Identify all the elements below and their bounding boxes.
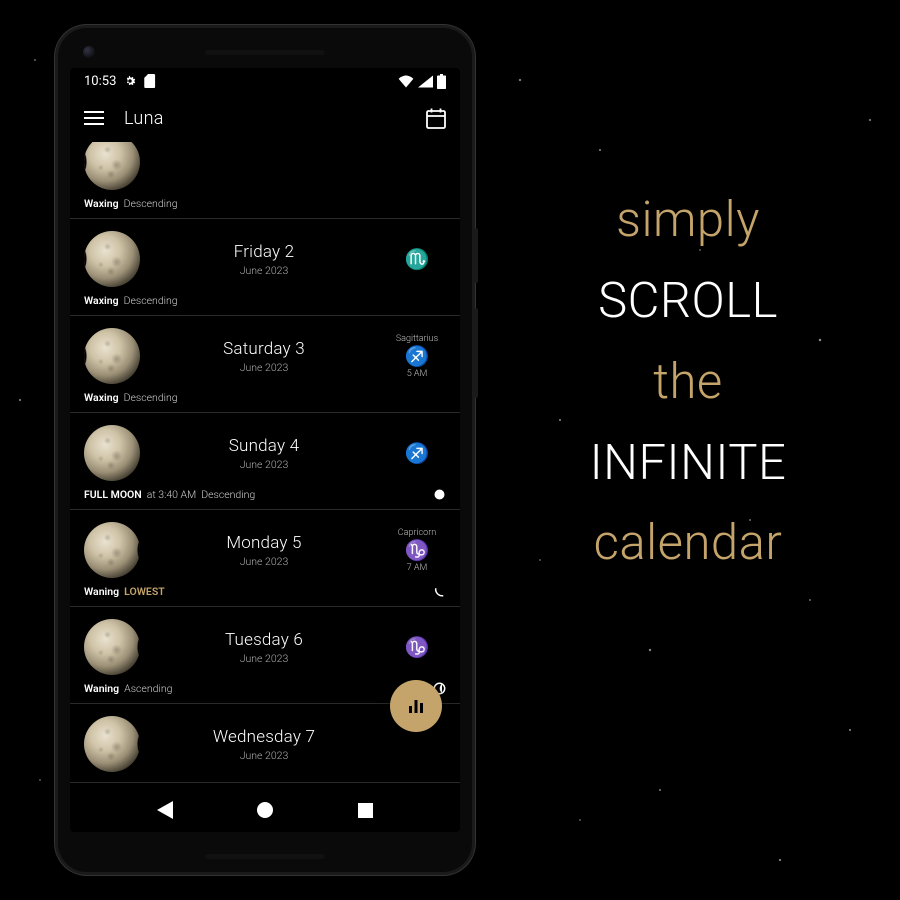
zodiac-glyph-icon: ♏ xyxy=(388,248,446,270)
moon-phase-icon xyxy=(84,142,140,190)
tagline-word: SCROLL xyxy=(508,261,868,342)
tagline-word: simply xyxy=(508,180,868,261)
phase-label: Waning xyxy=(84,585,119,598)
date-month: June 2023 xyxy=(154,749,374,762)
hamburger-icon[interactable] xyxy=(84,111,104,125)
phone-camera xyxy=(83,46,95,58)
zodiac-cell: Capricorn♑ 7 AM xyxy=(388,528,446,573)
recent-icon[interactable] xyxy=(358,803,373,818)
phone-frame: 10:53 Luna Waxing Descending Friday 2 June … xyxy=(55,25,475,875)
date-cell: Monday 5 June 2023 xyxy=(154,533,374,568)
zodiac-cell: Sagittarius♐ 5 AM xyxy=(388,334,446,379)
list-item[interactable]: Monday 5 June 2023 Capricorn♑ 7 AM Waning LOW… xyxy=(70,510,460,607)
list-item[interactable]: Friday 2 June 2023 ♏ Waxing Descending xyxy=(70,219,460,316)
list-item[interactable]: Saturday 3 June 2023 Sagittarius♐ 5 AM Waxin… xyxy=(70,316,460,413)
phase-label: Waxing xyxy=(84,197,119,210)
wifi-icon xyxy=(398,75,414,88)
phase-label: Waning xyxy=(84,682,119,695)
moon-phase-icon xyxy=(84,425,140,481)
phase-extreme: LOWEST xyxy=(124,585,165,598)
tagline-word: the xyxy=(508,342,868,423)
row-footer: Waxing Descending xyxy=(84,197,446,210)
date-main: Sunday 4 xyxy=(154,436,374,456)
moon-phase-icon xyxy=(84,231,140,287)
zodiac-cell: ♑ xyxy=(388,636,446,658)
zodiac-name: Sagittarius xyxy=(388,334,446,344)
date-main: Friday 2 xyxy=(154,242,374,262)
app-bar: Luna xyxy=(70,94,460,142)
row-footer: Waxing Descending xyxy=(84,294,446,307)
status-left: 10:53 xyxy=(84,74,156,89)
zodiac-cell: ♏ xyxy=(388,248,446,270)
status-right xyxy=(398,74,446,89)
date-main: Wednesday 7 xyxy=(154,727,374,747)
row-footer: Waning Ascending xyxy=(84,682,446,695)
phone-side-button xyxy=(474,228,478,283)
sd-card-icon xyxy=(144,74,156,88)
list-item[interactable]: Waxing Descending xyxy=(70,142,460,219)
signal-icon xyxy=(418,75,433,88)
fab-stats-button[interactable] xyxy=(390,680,442,732)
phone-speaker-bottom xyxy=(205,854,325,859)
phase-direction: Descending xyxy=(124,197,178,210)
app-title: Luna xyxy=(124,108,406,129)
battery-icon xyxy=(437,74,446,89)
zodiac-time: 7 AM xyxy=(388,563,446,573)
zodiac-glyph-icon: ♑ xyxy=(388,539,446,561)
date-month: June 2023 xyxy=(154,361,374,374)
tagline-word: calendar xyxy=(508,503,868,584)
date-month: June 2023 xyxy=(154,264,374,277)
zodiac-name: Capricorn xyxy=(388,528,446,538)
zodiac-glyph-icon: ♐ xyxy=(388,442,446,464)
zodiac-cell: ♐ xyxy=(388,442,446,464)
date-cell: Friday 2 June 2023 xyxy=(154,242,374,277)
date-cell: Sunday 4 June 2023 xyxy=(154,436,374,471)
tagline-word: INFINITE xyxy=(508,423,868,504)
list-item[interactable]: Sunday 4 June 2023 ♐ FULL MOON at 3:40 AM Des… xyxy=(70,413,460,510)
marketing-tagline: simply SCROLL the INFINITE calendar xyxy=(508,180,868,584)
phase-label: Waxing xyxy=(84,391,119,404)
row-footer: FULL MOON at 3:40 AM Descending xyxy=(84,488,446,501)
back-icon[interactable] xyxy=(157,801,173,819)
moon-phase-icon xyxy=(84,619,140,675)
phone-side-button xyxy=(474,308,478,398)
row-footer: Waning LOWEST xyxy=(84,585,446,598)
bar-chart-icon xyxy=(406,696,426,716)
node-icon xyxy=(433,585,446,598)
status-time: 10:53 xyxy=(84,74,116,89)
phase-direction: Descending xyxy=(124,294,178,307)
phase-direction: Ascending xyxy=(124,682,172,695)
date-month: June 2023 xyxy=(154,555,374,568)
phase-direction: Descending xyxy=(201,488,255,501)
phase-direction: Descending xyxy=(124,391,178,404)
phase-label: Waxing xyxy=(84,294,119,307)
row-footer: Waxing Descending xyxy=(84,391,446,404)
screen: 10:53 Luna Waxing Descending Friday 2 June … xyxy=(70,68,460,832)
date-main: Tuesday 6 xyxy=(154,630,374,650)
moon-phase-icon xyxy=(84,716,140,772)
date-month: June 2023 xyxy=(154,458,374,471)
moon-phase-icon xyxy=(84,328,140,384)
date-cell: Saturday 3 June 2023 xyxy=(154,339,374,374)
zodiac-glyph-icon: ♐ xyxy=(388,345,446,367)
home-icon[interactable] xyxy=(257,802,273,818)
phase-time: at 3:40 AM xyxy=(147,488,196,501)
calendar-list[interactable]: Waxing Descending Friday 2 June 2023 ♏ Waxing… xyxy=(70,142,460,788)
android-navbar xyxy=(70,788,460,832)
node-icon xyxy=(433,488,446,501)
phone-speaker-top xyxy=(205,50,325,55)
date-main: Monday 5 xyxy=(154,533,374,553)
status-bar: 10:53 xyxy=(70,68,460,94)
phase-label: FULL MOON xyxy=(84,488,142,501)
date-main: Saturday 3 xyxy=(154,339,374,359)
zodiac-glyph-icon: ♑ xyxy=(388,636,446,658)
zodiac-time: 5 AM xyxy=(388,369,446,379)
date-cell: Tuesday 6 June 2023 xyxy=(154,630,374,665)
gear-icon xyxy=(123,74,137,88)
calendar-icon[interactable] xyxy=(426,108,446,129)
moon-phase-icon xyxy=(84,522,140,578)
date-month: June 2023 xyxy=(154,652,374,665)
date-cell: Wednesday 7 June 2023 xyxy=(154,727,374,762)
